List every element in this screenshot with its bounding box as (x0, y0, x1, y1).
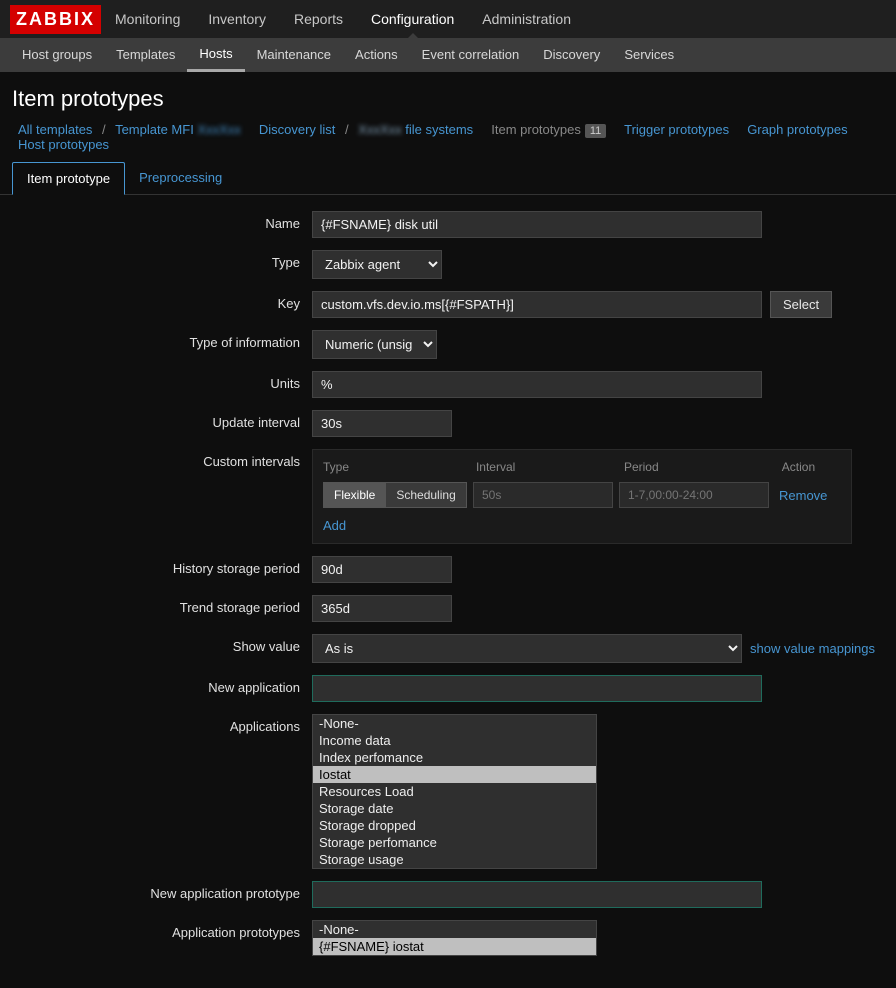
crumb-discovery-list[interactable]: Discovery list (259, 122, 336, 137)
subnav-templates[interactable]: Templates (104, 38, 187, 72)
nav-reports[interactable]: Reports (280, 0, 357, 38)
label-trend: Trend storage period (12, 595, 312, 615)
tab-preprocessing[interactable]: Preprocessing (125, 162, 236, 194)
nav-administration[interactable]: Administration (468, 0, 585, 38)
intervals-head-interval: Interval (476, 460, 624, 474)
subnav-actions[interactable]: Actions (343, 38, 410, 72)
intervals-head-action: Action (782, 460, 841, 474)
interval-flexible-button[interactable]: Flexible (323, 482, 385, 508)
sub-nav: Host groups Templates Hosts Maintenance … (0, 38, 896, 72)
label-key: Key (12, 291, 312, 311)
interval-value-input[interactable] (473, 482, 613, 508)
nav-monitoring[interactable]: Monitoring (101, 0, 194, 38)
new-app-proto-input[interactable] (312, 881, 762, 908)
breadcrumb: All templates / Template MFI XxxXxx Disc… (0, 122, 896, 162)
label-custom-intervals: Custom intervals (12, 449, 312, 469)
page-title: Item prototypes (0, 72, 896, 122)
form-tabs: Item prototype Preprocessing (0, 162, 896, 195)
list-item[interactable]: Storage dropped (313, 817, 596, 834)
label-new-app-proto: New application prototype (12, 881, 312, 901)
trend-input[interactable] (312, 595, 452, 622)
custom-intervals-box: Type Interval Period Action Flexible Sch… (312, 449, 852, 544)
list-item[interactable]: Resources Load (313, 783, 596, 800)
crumb-trigger-prototypes[interactable]: Trigger prototypes (624, 122, 729, 137)
crumb-all-templates[interactable]: All templates (18, 122, 92, 137)
applications-listbox[interactable]: -None-Income dataIndex perfomanceIostatR… (312, 714, 597, 869)
logo: ZABBIX (10, 5, 101, 34)
interval-remove-link[interactable]: Remove (779, 488, 827, 503)
subnav-hosts[interactable]: Hosts (187, 38, 244, 72)
tab-item-prototype[interactable]: Item prototype (12, 162, 125, 195)
crumb-current: Item prototypes11 (491, 122, 610, 137)
show-value-select[interactable]: As is (312, 634, 742, 663)
list-item[interactable]: Storage usage (313, 851, 596, 868)
nav-inventory[interactable]: Inventory (194, 0, 280, 38)
name-input[interactable] (312, 211, 762, 238)
subnav-discovery[interactable]: Discovery (531, 38, 612, 72)
units-input[interactable] (312, 371, 762, 398)
new-application-input[interactable] (312, 675, 762, 702)
interval-scheduling-button[interactable]: Scheduling (385, 482, 466, 508)
label-name: Name (12, 211, 312, 231)
interval-period-input[interactable] (619, 482, 769, 508)
list-item[interactable]: Iostat (313, 766, 596, 783)
label-type: Type (12, 250, 312, 270)
list-item[interactable]: Storage perfomance (313, 834, 596, 851)
label-applications: Applications (12, 714, 312, 734)
type-select[interactable]: Zabbix agent (312, 250, 442, 279)
intervals-head-type: Type (323, 460, 476, 474)
select-key-button[interactable]: Select (770, 291, 832, 318)
app-protos-listbox[interactable]: -None-{#FSNAME} iostat (312, 920, 597, 956)
show-value-mappings-link[interactable]: show value mappings (750, 641, 875, 656)
update-interval-input[interactable] (312, 410, 452, 437)
history-input[interactable] (312, 556, 452, 583)
crumb-template[interactable]: Template MFI XxxXxx (115, 122, 241, 137)
top-nav: ZABBIX Monitoring Inventory Reports Conf… (0, 0, 896, 38)
label-app-protos: Application prototypes (12, 920, 312, 940)
item-prototype-form: Name Type Zabbix agent Key Select Type o… (0, 195, 896, 988)
label-show-value: Show value (12, 634, 312, 654)
label-new-application: New application (12, 675, 312, 695)
list-item[interactable]: -None- (313, 715, 596, 732)
intervals-head-period: Period (624, 460, 782, 474)
nav-configuration[interactable]: Configuration (357, 0, 468, 38)
label-history: History storage period (12, 556, 312, 576)
list-item[interactable]: {#FSNAME} iostat (313, 938, 596, 955)
list-item[interactable]: Income data (313, 732, 596, 749)
crumb-host-prototypes[interactable]: Host prototypes (18, 137, 109, 152)
key-input[interactable] (312, 291, 762, 318)
label-update-interval: Update interval (12, 410, 312, 430)
type-of-info-select[interactable]: Numeric (unsigned) (312, 330, 437, 359)
subnav-maintenance[interactable]: Maintenance (245, 38, 343, 72)
label-units: Units (12, 371, 312, 391)
list-item[interactable]: Index perfomance (313, 749, 596, 766)
subnav-hostgroups[interactable]: Host groups (10, 38, 104, 72)
subnav-services[interactable]: Services (612, 38, 686, 72)
list-item[interactable]: Storage date (313, 800, 596, 817)
crumb-graph-prototypes[interactable]: Graph prototypes (747, 122, 847, 137)
label-type-of-info: Type of information (12, 330, 312, 350)
interval-add-link[interactable]: Add (323, 518, 346, 533)
subnav-eventcorrelation[interactable]: Event correlation (410, 38, 532, 72)
interval-type-toggle: Flexible Scheduling (323, 482, 473, 508)
crumb-filesystems[interactable]: XxxXxx file systems (358, 122, 473, 137)
list-item[interactable]: -None- (313, 921, 596, 938)
